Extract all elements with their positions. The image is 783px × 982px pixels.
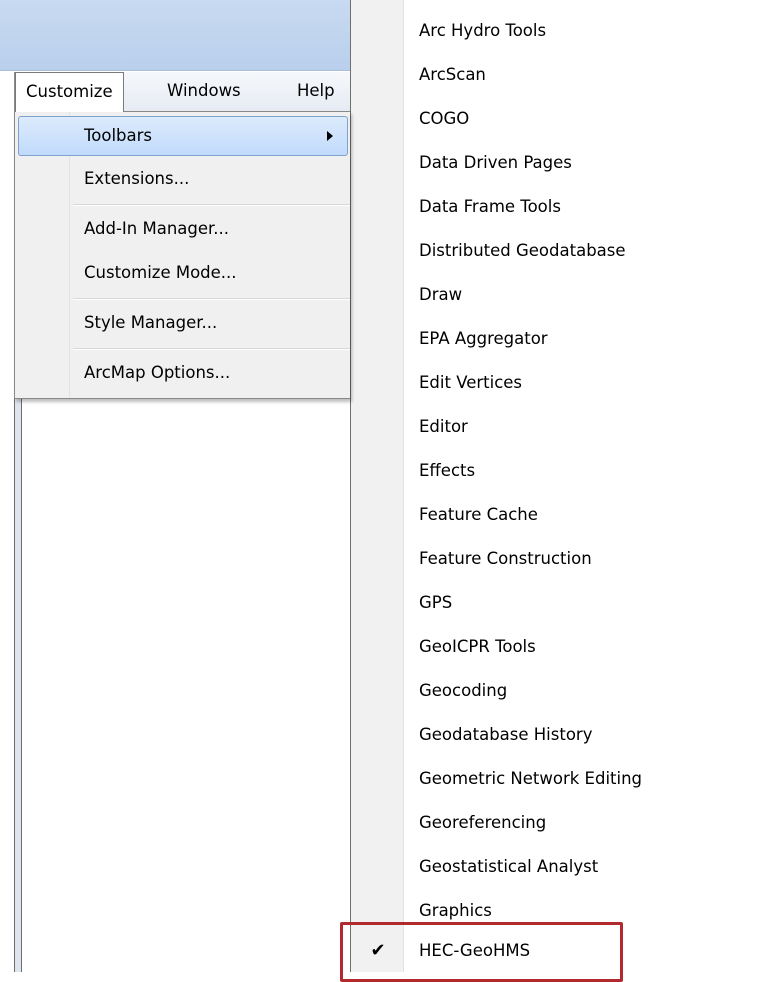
menu-help[interactable]: Help bbox=[287, 72, 345, 110]
highlight-outline bbox=[340, 922, 623, 982]
customize-dropdown: Toolbars Extensions... Add-In Manager...… bbox=[14, 111, 350, 399]
toolbar-item-effects[interactable]: Effects bbox=[419, 455, 475, 487]
submenu-arrow-icon bbox=[327, 131, 333, 141]
menu-item-arcmap-options[interactable]: ArcMap Options... bbox=[18, 354, 350, 394]
toolbar-item-geodatabase-history[interactable]: Geodatabase History bbox=[419, 719, 592, 751]
toolbar-item-arcscan[interactable]: ArcScan bbox=[419, 59, 486, 91]
menu-separator bbox=[73, 204, 350, 206]
menu-windows[interactable]: Windows bbox=[157, 72, 251, 110]
toolbar-item-edit-vertices[interactable]: Edit Vertices bbox=[419, 367, 522, 399]
toolbar-item-georeferencing[interactable]: Georeferencing bbox=[419, 807, 546, 839]
title-bar bbox=[0, 0, 350, 71]
toolbar-item-gps[interactable]: GPS bbox=[419, 587, 452, 619]
toolbar-item-draw[interactable]: Draw bbox=[419, 279, 462, 311]
menu-item-add-in-manager[interactable]: Add-In Manager... bbox=[18, 210, 350, 250]
menu-item-extensions[interactable]: Extensions... bbox=[18, 160, 350, 200]
arcmap-window: Customize Windows Help Toolbars Extensio… bbox=[0, 0, 351, 972]
menubar: Customize Windows Help bbox=[14, 72, 351, 112]
submenu-gutter bbox=[351, 0, 404, 972]
toolbar-item-cogo[interactable]: COGO bbox=[419, 103, 469, 135]
toolbar-item-data-driven-pages[interactable]: Data Driven Pages bbox=[419, 147, 572, 179]
toolbar-item-editor[interactable]: Editor bbox=[419, 411, 468, 443]
toolbar-item-feature-cache[interactable]: Feature Cache bbox=[419, 499, 538, 531]
toolbar-item-distributed-geodatabase[interactable]: Distributed Geodatabase bbox=[419, 235, 626, 267]
toolbar-item-geometric-network-editing[interactable]: Geometric Network Editing bbox=[419, 763, 642, 795]
menu-item-style-manager[interactable]: Style Manager... bbox=[18, 304, 350, 344]
toolbar-item-data-frame-tools[interactable]: Data Frame Tools bbox=[419, 191, 561, 223]
toolbar-item-geoicpr-tools[interactable]: GeoICPR Tools bbox=[419, 631, 536, 663]
menu-customize[interactable]: Customize bbox=[15, 72, 124, 112]
toolbars-submenu: Arc Hydro Tools ArcScan COGO Data Driven… bbox=[350, 0, 783, 972]
menu-separator bbox=[73, 298, 350, 300]
toolbar-item-arc-hydro-tools[interactable]: Arc Hydro Tools bbox=[419, 15, 546, 47]
toolbar-item-epa-aggregator[interactable]: EPA Aggregator bbox=[419, 323, 548, 355]
menu-item-customize-mode[interactable]: Customize Mode... bbox=[18, 254, 350, 294]
menu-separator bbox=[73, 348, 350, 350]
menu-item-toolbars[interactable]: Toolbars bbox=[18, 116, 348, 156]
toolbar-item-geostatistical-analyst[interactable]: Geostatistical Analyst bbox=[419, 851, 598, 883]
menu-item-label: Toolbars bbox=[84, 126, 153, 145]
toolbar-item-geocoding[interactable]: Geocoding bbox=[419, 675, 507, 707]
toolbar-item-feature-construction[interactable]: Feature Construction bbox=[419, 543, 592, 575]
